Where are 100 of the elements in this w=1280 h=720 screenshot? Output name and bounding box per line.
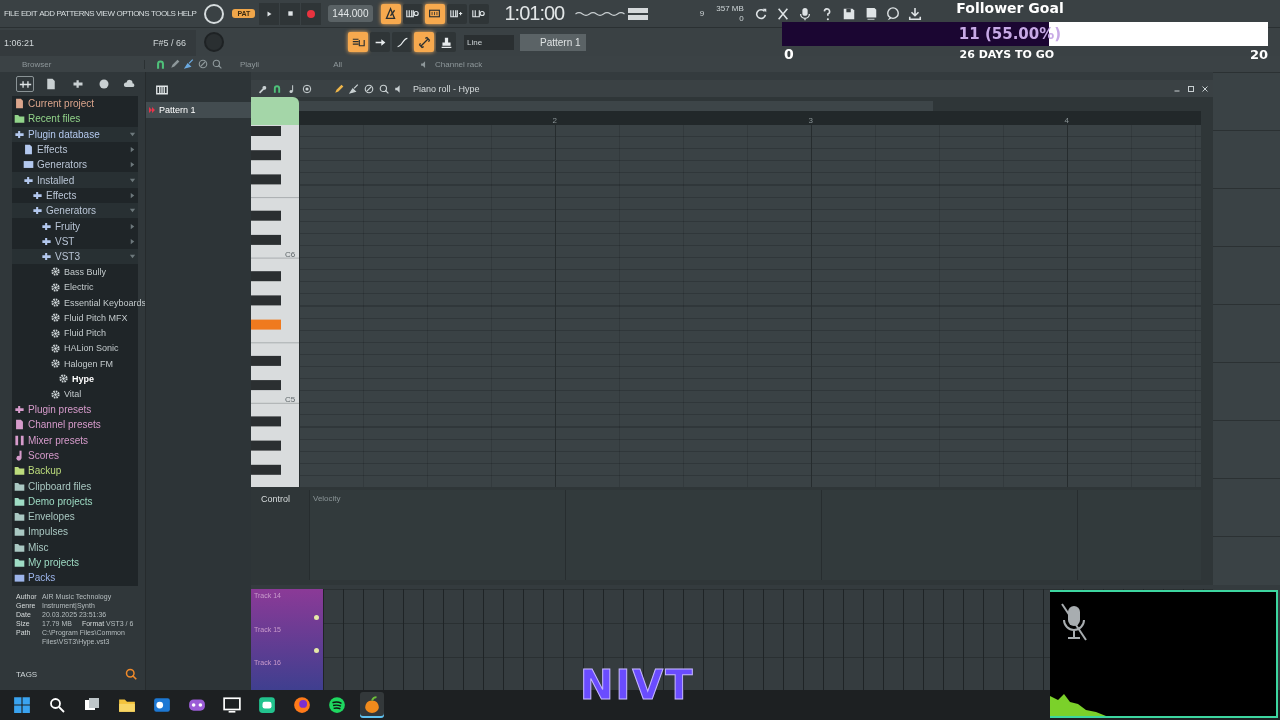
caret-down-icon[interactable] (129, 207, 136, 215)
menu-item[interactable]: ADD (39, 9, 55, 18)
caret-right-icon[interactable] (129, 237, 136, 245)
browser-folder[interactable]: Backup (28, 465, 62, 477)
plugin-item[interactable]: Essential Keyboards (64, 297, 147, 308)
filter-dropdown[interactable]: All (333, 59, 342, 69)
target-icon[interactable] (302, 83, 312, 94)
browser-folder[interactable]: Recent files (28, 113, 81, 125)
menu-item[interactable]: VIEW (96, 9, 115, 18)
menu-item[interactable]: FILE (4, 9, 19, 18)
plugin-item[interactable]: Fluid Pitch MFX (64, 312, 128, 323)
browser-folder[interactable]: Mixer presets (28, 434, 88, 446)
play-button[interactable] (259, 2, 280, 25)
browser-folder[interactable]: Impulses (28, 526, 68, 538)
mute-icon[interactable] (198, 59, 208, 69)
browser-folder[interactable]: Scores (28, 449, 60, 461)
tempo-field[interactable]: 144.000 (328, 5, 373, 22)
browser-folder[interactable]: Envelopes (28, 511, 75, 523)
plugin-item[interactable]: Hype (72, 374, 94, 384)
windows-stack-icon[interactable] (84, 697, 100, 713)
caret-down-icon[interactable] (129, 176, 136, 184)
plugin-item[interactable]: Fluid Pitch (64, 328, 107, 339)
zoom-icon[interactable] (212, 59, 222, 69)
toolbar-toggle[interactable] (414, 32, 434, 52)
download-icon[interactable] (907, 6, 922, 21)
scrollbar[interactable] (299, 101, 933, 111)
close-icon[interactable] (1201, 84, 1209, 93)
toolbar-toggle[interactable] (436, 32, 456, 52)
brush-icon[interactable] (184, 59, 194, 69)
scroll-handle[interactable] (251, 97, 299, 125)
wrench-icon[interactable] (257, 83, 267, 94)
menu-item[interactable]: HELP (177, 9, 197, 18)
toolbar-toggle[interactable] (402, 3, 423, 24)
snap-dropdown[interactable]: Line (464, 34, 514, 50)
menu-item[interactable]: PATTERNS (56, 9, 94, 18)
browser-folder[interactable]: Misc (28, 541, 49, 553)
browser-folder[interactable]: Demo projects (28, 495, 93, 507)
toolbar-toggle[interactable] (468, 3, 489, 24)
menu-item[interactable]: TOOLS (151, 9, 176, 18)
browser-folder[interactable]: Packs (28, 572, 56, 584)
counter-icon (428, 7, 441, 20)
control-label[interactable]: Control (261, 494, 290, 504)
pencil-icon[interactable] (170, 59, 180, 69)
toolbar-toggle[interactable] (392, 32, 412, 52)
browser-folder[interactable]: VST3 (55, 251, 80, 263)
browser-tab[interactable] (16, 76, 35, 92)
piano-icon[interactable] (156, 84, 168, 96)
caret-right-icon[interactable] (129, 191, 136, 199)
plugin-item[interactable]: Electric (64, 282, 94, 293)
browser-folder[interactable]: Fruity (55, 220, 80, 232)
toolbar-toggle[interactable] (424, 3, 445, 24)
piano-keyboard[interactable] (251, 125, 299, 487)
track-led[interactable] (314, 614, 319, 620)
magnet-icon[interactable] (272, 83, 282, 94)
record-button[interactable] (301, 2, 322, 25)
velocity-lane[interactable]: Velocity (309, 490, 1201, 580)
toolbar-toggle[interactable] (348, 32, 368, 52)
maximize-icon[interactable] (1187, 84, 1195, 93)
plug-icon (32, 205, 43, 217)
browser-folder[interactable]: Clipboard files (28, 480, 92, 492)
browser-folder[interactable]: Current project (28, 98, 95, 110)
microphone-icon[interactable] (797, 6, 812, 21)
caret-down-icon[interactable] (129, 253, 136, 261)
plugin-item[interactable]: HALion Sonic (64, 343, 119, 354)
track-led[interactable] (314, 648, 319, 654)
channel-logo: NIVT (580, 661, 695, 710)
magnet-icon[interactable] (155, 58, 166, 70)
brush-icon[interactable] (349, 83, 359, 94)
mute-icon[interactable] (364, 83, 374, 94)
menu-item[interactable]: OPTIONS (116, 9, 149, 18)
menu-item[interactable]: EDIT (20, 9, 38, 18)
browser-folder[interactable]: VST (55, 235, 75, 247)
refresh-icon[interactable] (753, 6, 768, 21)
caret-right-icon[interactable] (129, 222, 136, 230)
plugin-item[interactable]: Bass Bully (64, 266, 107, 277)
browser-folder[interactable]: Effects (37, 144, 68, 156)
plugin-item[interactable]: Halogen FM (64, 358, 114, 369)
caret-right-icon[interactable] (129, 146, 136, 154)
toolbar-toggle[interactable] (380, 3, 401, 24)
browser-folder[interactable]: My projects (28, 557, 80, 569)
browser-folder[interactable]: Plugin presets (28, 404, 92, 416)
stop-icon (286, 10, 294, 17)
search-icon[interactable] (49, 697, 65, 713)
pattern-selector[interactable]: Pattern 1 (520, 33, 586, 51)
browser-folder[interactable]: Effects (46, 189, 77, 201)
scissors-icon[interactable] (775, 6, 790, 21)
caret-down-icon[interactable] (129, 130, 136, 138)
caret-right-icon[interactable] (129, 161, 136, 169)
browser-folder[interactable]: Generators (37, 159, 88, 171)
chat-icon[interactable] (885, 6, 900, 21)
zoom-icon[interactable] (379, 83, 389, 94)
toolbar-toggle[interactable] (370, 32, 390, 52)
pattern-item[interactable]: Pattern 1 (146, 102, 251, 118)
pencil-icon[interactable] (334, 83, 344, 94)
browser-folder[interactable]: Channel presets (28, 419, 101, 431)
plugin-item[interactable]: Vital (64, 389, 82, 400)
stop-button[interactable] (280, 2, 301, 25)
save-icon[interactable] (841, 6, 856, 21)
volume-knob[interactable] (204, 3, 225, 24)
toolbar-toggle[interactable] (446, 3, 467, 24)
